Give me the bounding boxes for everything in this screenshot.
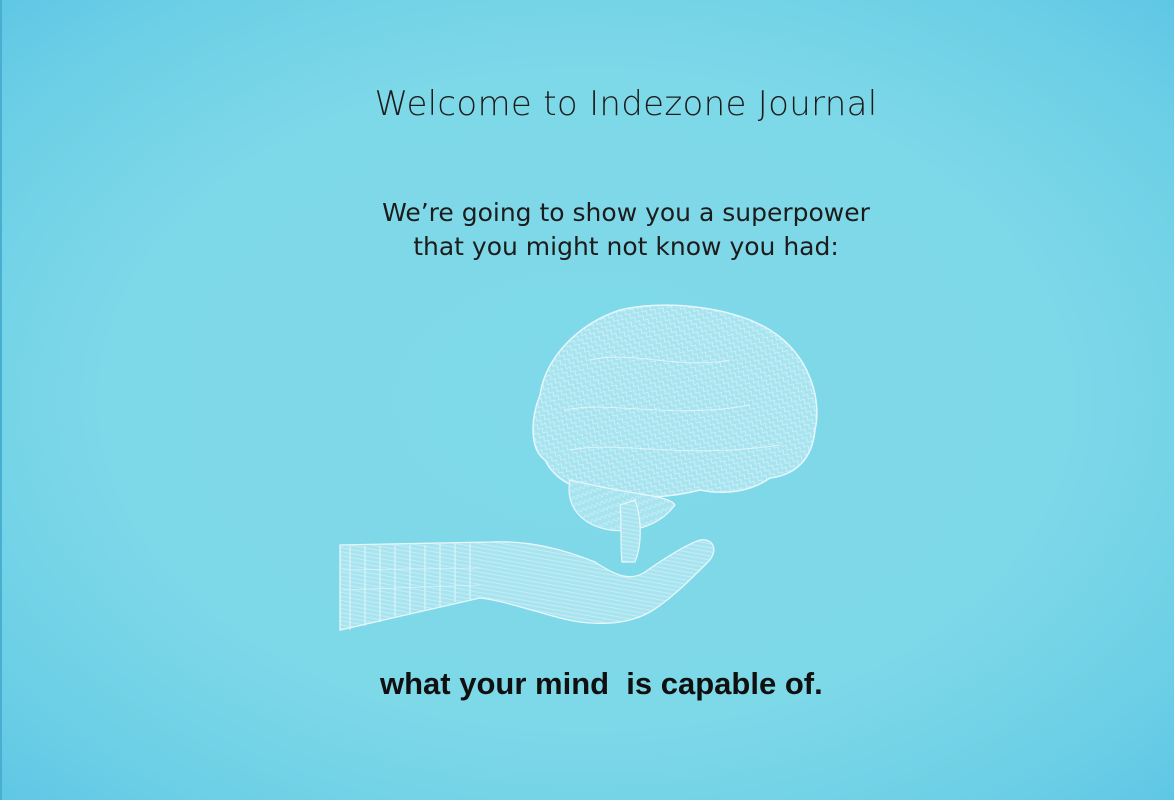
intro-line-1: We’re going to show you a superpower [382, 198, 870, 227]
intro-line-2: that you might not know you had: [413, 232, 839, 261]
welcome-page: Welcome to Indezone Journal We’re going … [0, 0, 1174, 800]
page-title: Welcome to Indezone Journal [374, 84, 878, 124]
tagline: what your mind is capable of. [380, 666, 823, 701]
brain-shape [532, 304, 818, 563]
hand-shape [339, 539, 715, 631]
intro-text: We’re going to show you a superpower tha… [0, 196, 1174, 264]
brain-in-hand-icon [339, 304, 818, 631]
